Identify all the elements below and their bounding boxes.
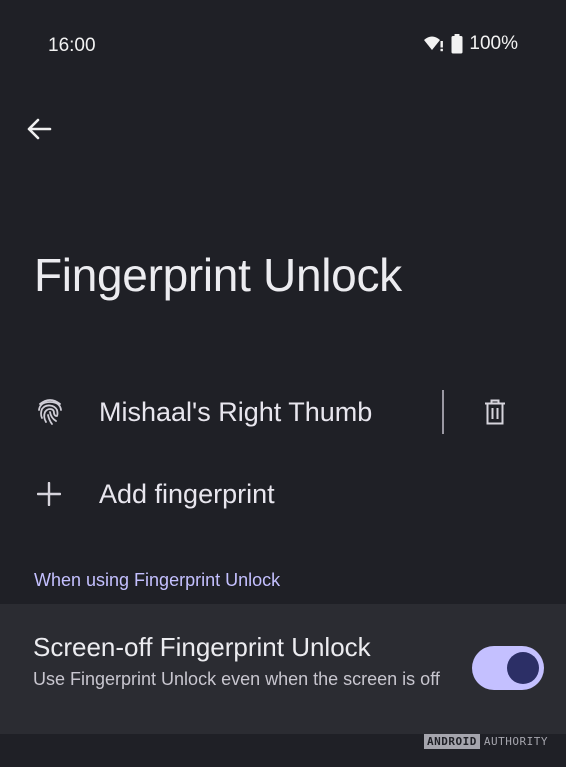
watermark-logo: ANDROID AUTHORITY: [424, 734, 548, 749]
setting-summary: Use Fingerprint Unlock even when the scr…: [33, 669, 440, 689]
add-fingerprint-row[interactable]: Add fingerprint: [0, 456, 566, 532]
section-header: When using Fingerprint Unlock: [34, 570, 281, 590]
status-icons: 100%: [423, 33, 518, 55]
setting-title: Screen-off Fingerprint Unlock: [33, 632, 371, 662]
status-time: 16:00: [48, 35, 96, 56]
fingerprint-unlock-screen: 16:00 100% Fingerprint Unlock Mishaal's …: [0, 0, 566, 767]
fingerprint-name: Mishaal's Right Thumb: [99, 397, 373, 427]
wifi-alert-icon: [424, 36, 444, 52]
back-button[interactable]: [22, 112, 56, 146]
enrolled-fingerprint-row[interactable]: Mishaal's Right Thumb: [0, 372, 566, 454]
switch-thumb: [507, 652, 539, 684]
watermark-part-2: AUTHORITY: [483, 735, 548, 748]
status-bar: 16:00 100%: [0, 0, 566, 90]
arrow-back-icon: [27, 118, 52, 140]
screen-off-unlock-switch[interactable]: [472, 646, 544, 690]
add-fingerprint-label: Add fingerprint: [99, 479, 275, 509]
page-title: Fingerprint Unlock: [34, 249, 402, 301]
trash-icon: [485, 399, 505, 425]
delete-fingerprint-button[interactable]: [478, 394, 512, 430]
battery-percentage: 100%: [469, 33, 518, 54]
watermark-part-1: ANDROID: [424, 734, 480, 749]
plus-icon: [37, 482, 61, 506]
screen-off-unlock-setting[interactable]: Screen-off Fingerprint Unlock Use Finger…: [0, 604, 566, 734]
battery-full-icon: [451, 34, 463, 54]
fingerprint-icon: [38, 399, 62, 425]
row-divider: [442, 390, 444, 434]
